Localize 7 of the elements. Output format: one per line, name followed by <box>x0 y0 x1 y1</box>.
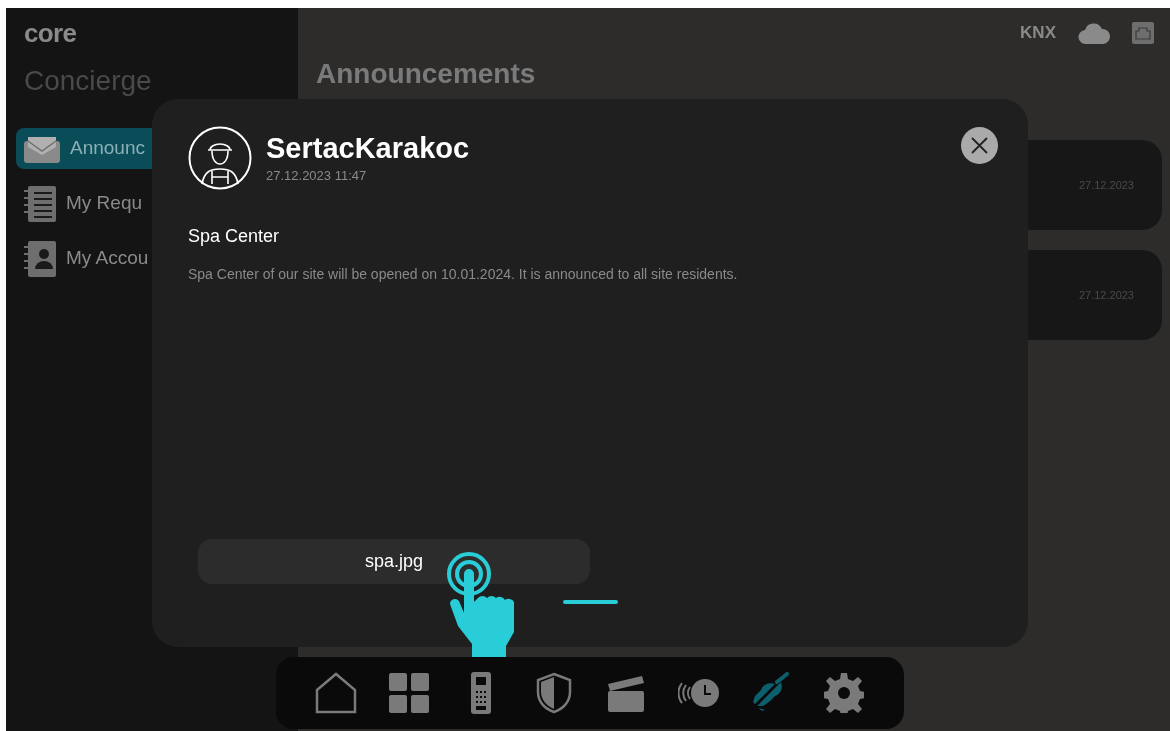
announcement-body: Spa Center of our site will be opened on 10.01.2024. It is announced to all site residents. <box>188 265 739 284</box>
post-datetime: 27.12.2023 11:47 <box>266 167 368 186</box>
author-name: SertacKarakoc <box>266 131 470 167</box>
logo: core <box>23 20 78 46</box>
bus-status: KNX <box>1020 22 1056 44</box>
page-title: Announcements <box>316 60 537 88</box>
announcement-subject: Spa Center <box>188 225 281 248</box>
